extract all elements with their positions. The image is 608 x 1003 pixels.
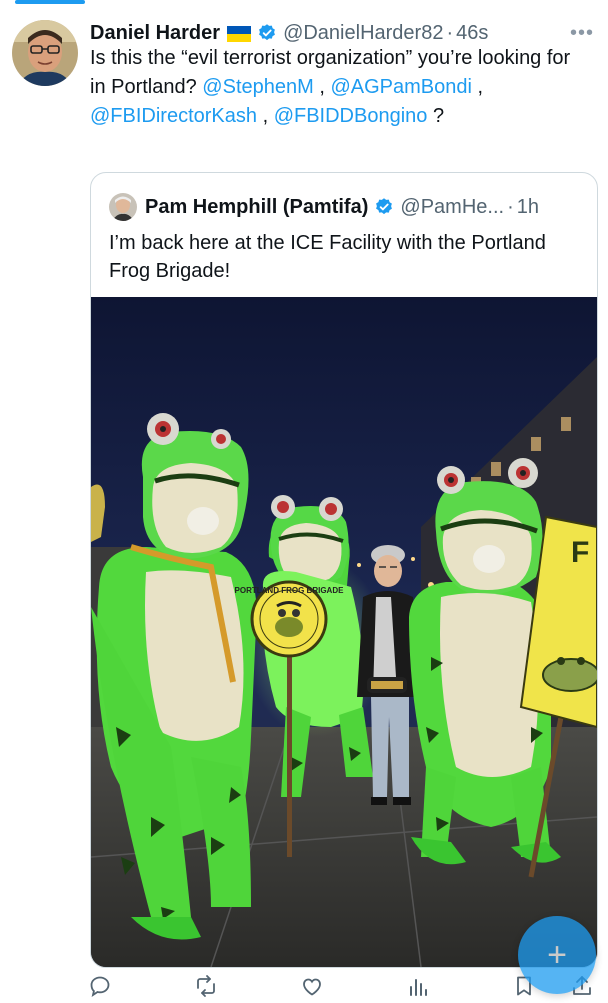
like-icon[interactable] <box>300 974 324 998</box>
timestamp[interactable]: 46s <box>456 22 488 45</box>
quoted-tweet-text: I’m back here at the ICE Facility with t… <box>109 232 546 282</box>
reply-icon[interactable] <box>88 974 112 998</box>
quoted-author-name[interactable]: Pam Hemphill (Pamtifa) <box>145 196 368 219</box>
quoted-author-handle[interactable]: @PamHe... <box>400 196 504 219</box>
mention-fbidirectorkash[interactable]: @FBIDirectorKash <box>90 105 257 127</box>
quoted-tweet[interactable]: Pam Hemphill (Pamtifa) @PamHe... · 1h I’… <box>90 172 598 968</box>
separator-dot: · <box>507 195 514 218</box>
separator-dot: · <box>446 21 454 44</box>
tweet-text-end: ? <box>427 105 445 127</box>
protest-sign-text: F TO ST <box>571 536 597 569</box>
verified-icon <box>257 23 277 43</box>
tweet-photo[interactable]: PORTLAND FROG BRIGADE F <box>91 297 597 967</box>
mention-separator: , <box>313 76 331 98</box>
more-icon[interactable]: ••• <box>570 22 594 45</box>
mention-separator: , <box>471 76 484 98</box>
author-name[interactable]: Daniel Harder <box>90 22 220 45</box>
frog-brigade-sign-text: PORTLAND FROG BRIGADE <box>235 586 345 595</box>
mention-separator: , <box>257 105 274 127</box>
quoted-timestamp[interactable]: 1h <box>517 196 539 219</box>
mention-agpambondi[interactable]: @AGPamBondi <box>330 76 471 98</box>
compose-icon: + <box>547 935 567 974</box>
mention-stephenm[interactable]: @StephenM <box>202 76 313 98</box>
quoted-author-avatar[interactable] <box>109 193 137 221</box>
author-avatar[interactable] <box>12 20 78 86</box>
views-icon[interactable] <box>406 974 430 998</box>
compose-button[interactable]: + <box>518 916 596 994</box>
tab-indicator <box>15 0 85 4</box>
verified-icon <box>374 197 394 217</box>
author-handle[interactable]: @DanielHarder82 <box>283 22 443 45</box>
tweet-text: Is this the “evil terrorist organization… <box>90 44 590 131</box>
mention-fbiddbongino[interactable]: @FBIDDBongino <box>274 105 428 127</box>
retweet-icon[interactable] <box>194 974 218 998</box>
flag-icon <box>227 25 252 42</box>
quoted-tweet-header: Pam Hemphill (Pamtifa) @PamHe... · 1h <box>109 193 579 221</box>
